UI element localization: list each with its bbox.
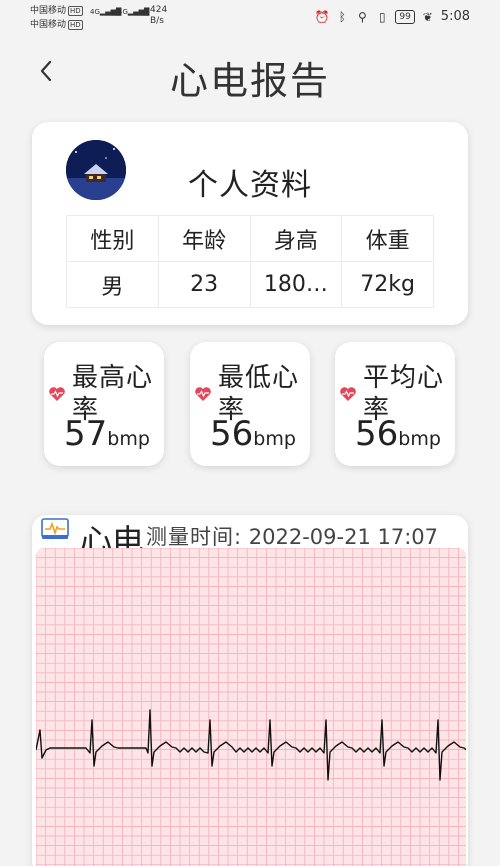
clock: 5:08 [440,9,470,24]
table-cell: 23 [157,261,251,308]
heart-rate-icon [49,387,65,401]
table-header-cell: 体重 [341,215,434,262]
ecg-monitor-icon [41,518,69,539]
location-icon: ⚲ [357,9,367,24]
signal-icon: 4G▂▄▆█ [118,8,150,16]
avg-heart-rate-card: 平均心率 56bmp [335,342,455,466]
avatar[interactable] [66,140,126,200]
heart-rate-icon [340,387,356,401]
table-header-cell: 身高 [249,215,343,262]
leaf-icon: ❦ [422,9,433,24]
table-cell: 72kg [341,261,434,308]
profile-table: 性别 年龄 身高 体重 男 23 180… 72kg [66,215,434,308]
battery-icon: 99 [395,9,415,24]
carrier-info: 中国移动 HD 中国移动 HD [30,4,83,32]
table-cell: 180… [249,261,343,308]
vibrate-icon: ▯ [379,9,386,24]
carrier-name: 中国移动 [30,6,67,16]
ecg-chart [36,548,466,866]
table-header-cell: 年龄 [157,215,251,262]
table-header-cell: 性别 [66,215,159,262]
rate-value: 57bmp [64,414,150,454]
status-bar: 中国移动 HD 中国移动 HD 4G▂▄▆█ 4G▂▄▆█ 424 B/s ⏰ ᛒ … [0,0,500,36]
min-heart-rate-card: 最低心率 56bmp [190,342,310,466]
status-icons: ⏰ ᛒ ⚲ ▯ 99 ❦ 5:08 [315,9,470,24]
net-speed: 424 B/s [150,5,168,26]
hd-badge: HD [68,6,83,16]
signal-icon: 4G▂▄▆█ [90,8,122,16]
ecg-title: 心电 [80,522,145,551]
alarm-icon: ⏰ [314,9,330,24]
ecg-card: 心电 测量时间: 2022-09-21 17:07 [32,515,468,866]
profile-title: 个人资料 [188,168,312,203]
table-row: 男 23 180… 72kg [66,261,434,308]
page-title: 心电报告 [169,59,330,103]
rate-value: 56bmp [355,414,441,454]
ecg-grid [36,548,466,866]
rate-value: 56bmp [210,414,296,454]
carrier-name: 中国移动 [30,20,67,30]
table-cell: 男 [66,261,159,308]
max-heart-rate-card: 最高心率 57bmp [44,342,164,466]
bluetooth-icon: ᛒ [338,9,346,24]
hd-badge: HD [68,20,83,30]
profile-card: 个人资料 性别 年龄 身高 体重 男 23 180… 72kg [32,122,468,325]
heart-rate-icon [195,387,211,401]
table-header-row: 性别 年龄 身高 体重 [66,215,434,262]
measure-time: 测量时间: 2022-09-21 17:07 [146,525,439,549]
